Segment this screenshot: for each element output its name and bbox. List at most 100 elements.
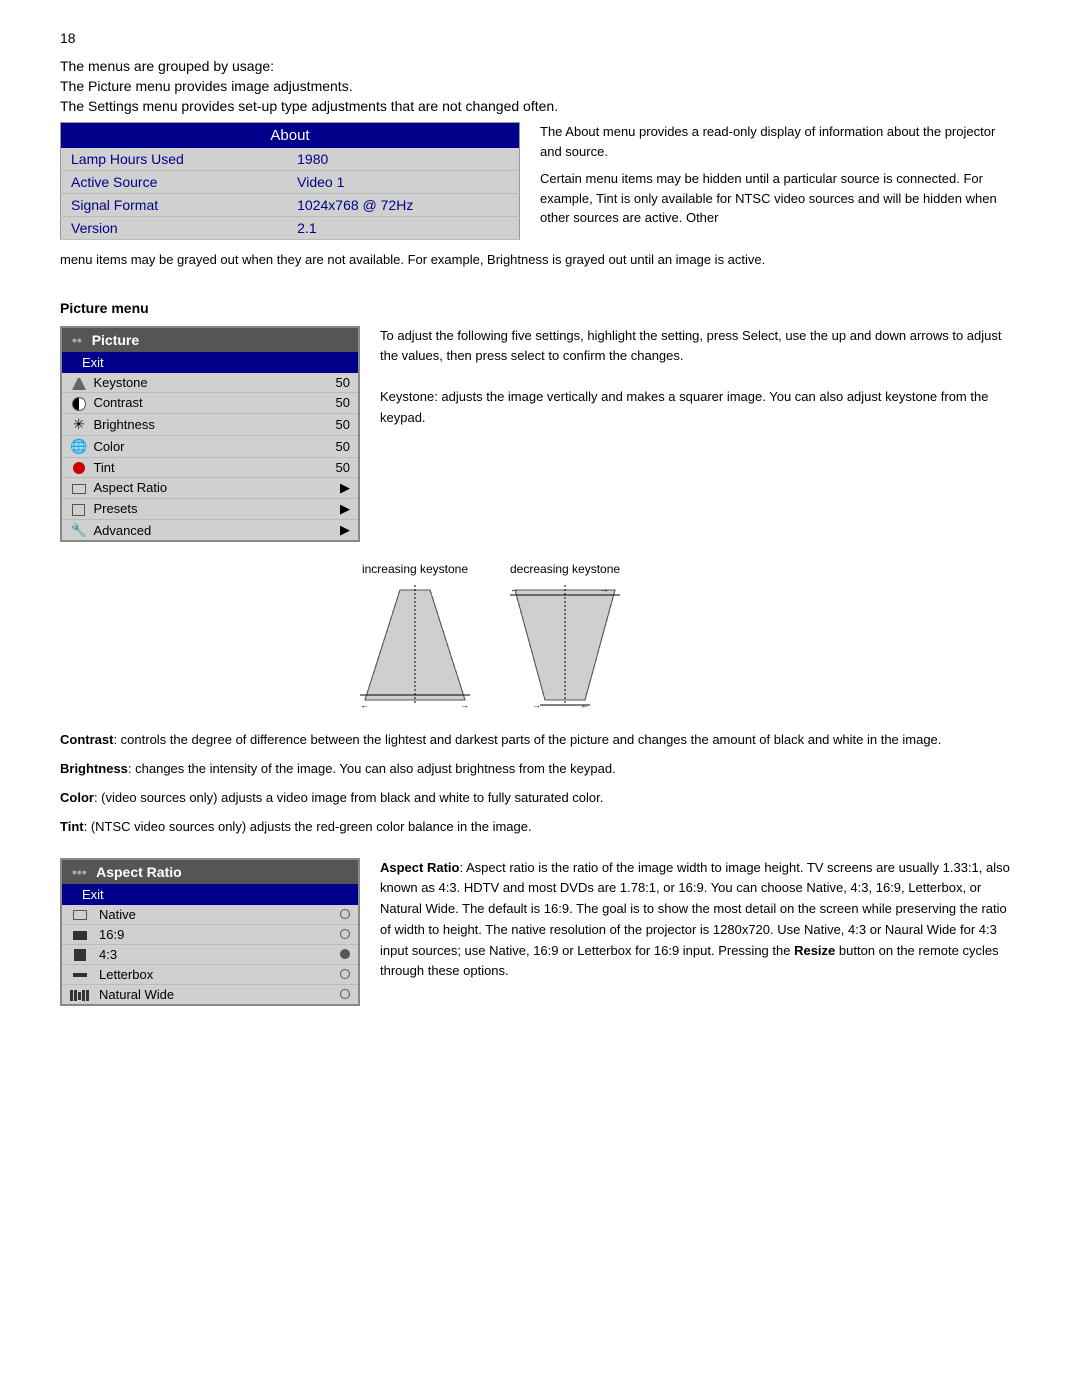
svg-text:←: ←: [510, 584, 519, 594]
tint-value: 50: [319, 457, 359, 477]
picture-description: To adjust the following five settings, h…: [380, 326, 1020, 543]
aspect-title-row: ••• Aspect Ratio: [61, 859, 359, 884]
brightness-desc-block: Brightness: changes the intensity of the…: [60, 759, 1020, 780]
intro-text-3: The Settings menu provides set-up type a…: [60, 98, 1020, 114]
naturalwide-radio[interactable]: [332, 984, 359, 1005]
svg-text:←: ←: [580, 700, 589, 710]
picture-menu-heading: Picture menu: [60, 300, 1020, 316]
keystone-dec-svg: → ← → ←: [510, 580, 620, 710]
keystone-decreasing: decreasing keystone → ← → ←: [510, 562, 620, 710]
keystone-inc-label: increasing keystone: [360, 562, 470, 576]
picture-item-brightness[interactable]: ✳ Brightness 50: [61, 413, 359, 435]
intro-text-2: The Picture menu provides image adjustme…: [60, 78, 1020, 94]
native-icon: [61, 905, 97, 925]
intro-text-1: The menus are grouped by usage:: [60, 58, 1020, 74]
picture-item-color[interactable]: 🌐 Color 50: [61, 435, 359, 457]
keystone-desc: Keystone: adjusts the image vertically a…: [380, 387, 1020, 429]
keystone-diagrams: increasing keystone ← → decreasing keyst…: [360, 562, 1020, 710]
aspect-item-letterbox[interactable]: Letterbox: [61, 964, 359, 984]
169-radio[interactable]: [332, 924, 359, 944]
contrast-desc-text: : controls the degree of difference betw…: [113, 732, 941, 747]
contrast-desc-bold: Contrast: [60, 732, 113, 747]
picture-item-aspect-ratio[interactable]: Aspect Ratio ▶: [61, 477, 359, 498]
aspect-menu-table: ••• Aspect Ratio Exit Native 16:9: [60, 858, 360, 1006]
about-side-text: The About menu provides a read-only disp…: [540, 122, 1020, 240]
svg-text:→: →: [532, 700, 541, 710]
tint-label: Tint: [91, 457, 319, 477]
about-title: About: [61, 123, 520, 149]
svg-text:→: →: [460, 700, 469, 710]
aspect-ratio-icon: [61, 477, 91, 498]
svg-text:←: ←: [360, 700, 369, 710]
picture-menu-table: •• Picture Exit Keystone 50: [60, 326, 360, 543]
contrast-icon: [61, 393, 91, 414]
about-source-value: Video 1: [287, 171, 519, 194]
aspect-item-native[interactable]: Native: [61, 905, 359, 925]
letterbox-radio[interactable]: [332, 964, 359, 984]
svg-text:→: →: [600, 584, 609, 594]
keystone-label: Keystone: [91, 373, 319, 393]
aspect-menu-box: ••• Aspect Ratio Exit Native 16:9: [60, 858, 360, 1006]
picture-adjust-desc: To adjust the following five settings, h…: [380, 326, 1020, 368]
about-lamp-label: Lamp Hours Used: [61, 148, 288, 171]
picture-menu-box: •• Picture Exit Keystone 50: [60, 326, 360, 543]
brightness-desc-bold: Brightness: [60, 761, 128, 776]
aspect-dots: •••: [72, 864, 87, 880]
contrast-value: 50: [319, 393, 359, 414]
picture-exit-row[interactable]: Exit: [61, 352, 359, 373]
aspect-item-naturalwide[interactable]: Natural Wide: [61, 984, 359, 1005]
43-label: 4:3: [97, 944, 332, 964]
about-row-source: Active Source Video 1: [61, 171, 520, 194]
about-side-para1: The About menu provides a read-only disp…: [540, 122, 1020, 161]
picture-item-keystone[interactable]: Keystone 50: [61, 373, 359, 393]
picture-menu-title-row: •• Picture: [61, 327, 359, 352]
aspect-item-169[interactable]: 16:9: [61, 924, 359, 944]
aspect-item-43[interactable]: 4:3: [61, 944, 359, 964]
color-value: 50: [319, 435, 359, 457]
footer-text: menu items may be grayed out when they a…: [60, 250, 1020, 270]
about-source-label: Active Source: [61, 171, 288, 194]
letterbox-icon: [61, 964, 97, 984]
letterbox-label: Letterbox: [97, 964, 332, 984]
picture-item-tint[interactable]: Tint 50: [61, 457, 359, 477]
aspect-title-label: Aspect Ratio: [96, 864, 182, 880]
advanced-icon: 🔧: [61, 519, 91, 541]
aspect-exit-row[interactable]: Exit: [61, 884, 359, 905]
about-menu-container: About Lamp Hours Used 1980 Active Source…: [60, 122, 520, 240]
picture-menu-title-cell: •• Picture: [61, 327, 359, 352]
about-header-row: About: [61, 123, 520, 149]
picture-item-presets[interactable]: Presets ▶: [61, 498, 359, 519]
picture-exit-label[interactable]: Exit: [61, 352, 359, 373]
contrast-desc-block: Contrast: controls the degree of differe…: [60, 730, 1020, 751]
43-icon: [61, 944, 97, 964]
advanced-label: Advanced: [91, 519, 319, 541]
picture-dots: ••: [72, 332, 82, 348]
keystone-value: 50: [319, 373, 359, 393]
color-desc-block: Color: (video sources only) adjusts a vi…: [60, 788, 1020, 809]
contrast-label: Contrast: [91, 393, 319, 414]
color-desc-text: : (video sources only) adjusts a video i…: [94, 790, 603, 805]
aspect-resize-bold: Resize: [794, 943, 835, 958]
presets-arrow: ▶: [319, 498, 359, 519]
naturalwide-icon: [61, 984, 97, 1005]
native-radio[interactable]: [332, 905, 359, 925]
keystone-inc-svg: ← →: [360, 580, 470, 710]
native-label: Native: [97, 905, 332, 925]
aspect-desc-bold: Aspect Ratio: [380, 860, 459, 875]
keystone-icon: [61, 373, 91, 393]
tint-desc-block: Tint: (NTSC video sources only) adjusts …: [60, 817, 1020, 838]
presets-label: Presets: [91, 498, 319, 519]
picture-item-contrast[interactable]: Contrast 50: [61, 393, 359, 414]
aspect-ratio-label: Aspect Ratio: [91, 477, 319, 498]
tint-desc-bold: Tint: [60, 819, 84, 834]
aspect-exit-label[interactable]: Exit: [61, 884, 359, 905]
about-version-label: Version: [61, 217, 288, 240]
43-radio[interactable]: [332, 944, 359, 964]
about-lamp-value: 1980: [287, 148, 519, 171]
169-label: 16:9: [97, 924, 332, 944]
aspect-ratio-desc: Aspect Ratio: Aspect ratio is the ratio …: [380, 858, 1020, 1006]
aspect-title-cell: ••• Aspect Ratio: [61, 859, 359, 884]
picture-item-advanced[interactable]: 🔧 Advanced ▶: [61, 519, 359, 541]
about-version-value: 2.1: [287, 217, 519, 240]
about-table: About Lamp Hours Used 1980 Active Source…: [60, 122, 520, 240]
